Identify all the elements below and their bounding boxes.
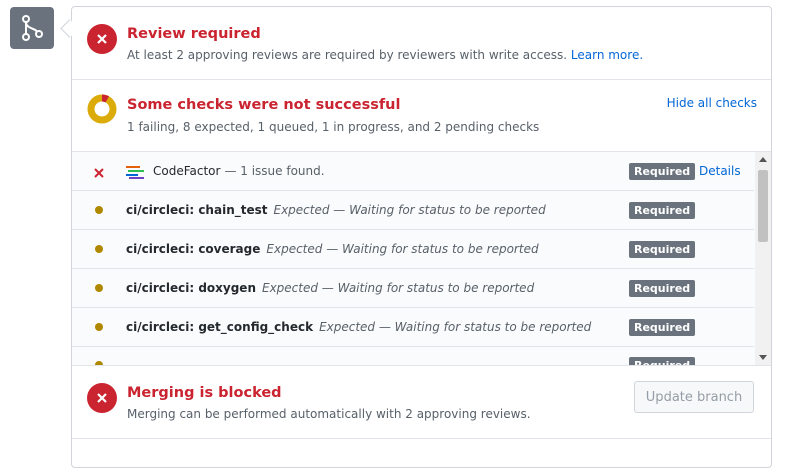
- learn-more-link[interactable]: Learn more.: [571, 48, 643, 62]
- pending-dot-icon: [95, 284, 103, 292]
- required-badge: Required: [629, 318, 696, 336]
- merge-status-panel: Review required At least 2 approving rev…: [71, 6, 772, 468]
- check-row: ci/circleci: doxygen Expected — Waiting f…: [72, 269, 754, 308]
- merge-description: Merging can be performed automatically w…: [127, 407, 531, 421]
- review-description: At least 2 approving reviews are require…: [127, 48, 643, 62]
- x-circle-icon: [87, 24, 117, 54]
- check-text: ci/circleci: get_config_check Expected — …: [126, 320, 591, 334]
- merge-section: Merging is blocked Merging can be perfor…: [72, 366, 771, 439]
- check-status: — 1 issue found.: [224, 164, 325, 178]
- x-circle-icon: [87, 383, 117, 413]
- check-context: CodeFactor: [153, 164, 221, 178]
- check-text: ci/circleci: doxygen Expected — Waiting f…: [126, 281, 534, 295]
- check-status: Expected — Waiting for status to be repo…: [262, 281, 535, 295]
- check-context: ci/circleci: doxygen: [126, 281, 256, 295]
- x-icon: [93, 164, 105, 183]
- scrollbar[interactable]: [755, 152, 771, 365]
- check-status: Expected — Waiting for status to be repo…: [319, 320, 592, 334]
- pending-dot-icon: [95, 323, 103, 331]
- checks-list[interactable]: CodeFactor — 1 issue found. Required Deta…: [72, 152, 771, 366]
- required-badge: Required: [629, 162, 696, 180]
- check-row: ci/circleci: chain_test Expected — Waitin…: [72, 191, 754, 230]
- check-context: ci/circleci: coverage: [126, 242, 261, 256]
- check-row-partial: Required: [72, 347, 754, 365]
- required-badge: Required: [629, 279, 696, 297]
- scrollbar-thumb[interactable]: [758, 170, 768, 242]
- required-badge: Required: [629, 357, 696, 365]
- check-status: Expected — Waiting for status to be repo…: [266, 242, 539, 256]
- pending-dot-icon: [95, 245, 103, 253]
- details-link[interactable]: Details: [699, 164, 741, 178]
- review-description-text: At least 2 approving reviews are require…: [127, 48, 568, 62]
- checks-summary-description: 1 failing, 8 expected, 1 queued, 1 in pr…: [127, 120, 540, 134]
- checks-summary-title: Some checks were not successful: [127, 97, 401, 113]
- scroll-down-icon[interactable]: [759, 355, 767, 360]
- required-badge: Required: [629, 240, 696, 258]
- check-text: ci/circleci: coverage Expected — Waiting …: [126, 242, 539, 256]
- check-row: ci/circleci: get_config_check Expected — …: [72, 308, 754, 347]
- scroll-up-icon[interactable]: [759, 157, 767, 162]
- required-badge: Required: [629, 201, 696, 219]
- check-row: CodeFactor — 1 issue found. Required Deta…: [72, 152, 754, 191]
- pending-dot-icon: [95, 206, 103, 214]
- check-text: ci/circleci: chain_test Expected — Waitin…: [126, 203, 546, 217]
- check-text: CodeFactor — 1 issue found.: [153, 164, 325, 178]
- merge-title: Merging is blocked: [127, 385, 282, 401]
- check-context: ci/circleci: chain_test: [126, 203, 268, 217]
- git-merge-icon: [10, 7, 54, 49]
- check-context: ci/circleci: get_config_check: [126, 320, 314, 334]
- codefactor-logo-icon: [126, 164, 144, 183]
- review-title: Review required: [127, 26, 261, 42]
- hide-all-checks-link[interactable]: Hide all checks: [667, 96, 757, 110]
- progress-ring-icon: [87, 94, 117, 128]
- check-status: Expected — Waiting for status to be repo…: [273, 203, 546, 217]
- update-branch-button[interactable]: Update branch: [634, 381, 754, 413]
- checks-summary-section: Some checks were not successful 1 failin…: [72, 80, 771, 152]
- check-row: ci/circleci: coverage Expected — Waiting …: [72, 230, 754, 269]
- review-section: Review required At least 2 approving rev…: [72, 7, 771, 80]
